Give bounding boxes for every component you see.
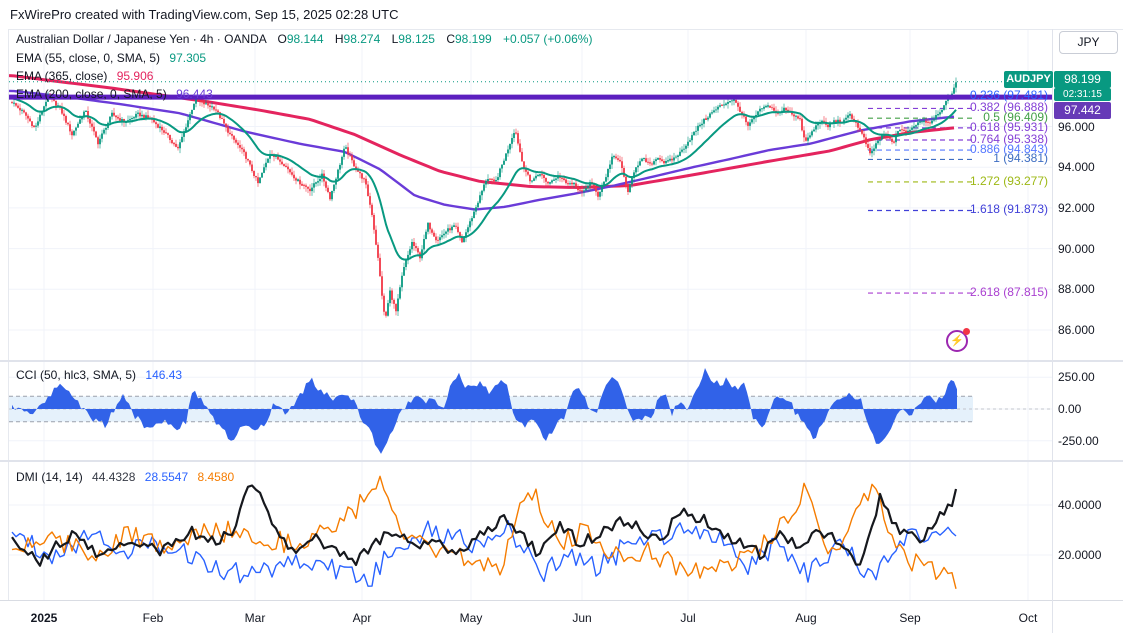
time-axis-label: Jul (680, 611, 696, 625)
time-axis-label: Apr (352, 611, 372, 625)
symbol-title: Australian Dollar / Japanese Yen · 4h · … (16, 32, 267, 46)
dmi-adx-value: 44.4328 (92, 470, 136, 484)
cci-value: 146.43 (145, 368, 183, 382)
fib-level-label: 1.272 (93.277) (969, 173, 1048, 188)
ohlc-high: H98.274 (334, 32, 381, 46)
time-axis-label: Mar (244, 611, 266, 625)
currency-toggle-jpy[interactable]: JPY (1059, 31, 1118, 54)
price-axis-label: 90.000 (1058, 241, 1095, 256)
dmi-label: DMI (14, 14) (16, 470, 83, 484)
symbol-legend-row[interactable]: Australian Dollar / Japanese Yen · 4h · … (16, 32, 592, 46)
ema55-label: EMA (55, close, 0, SMA, 5) (16, 51, 161, 65)
ohlc-open: O98.144 (277, 32, 324, 46)
time-axis-label: Oct (1018, 611, 1038, 625)
ohlc-close: C98.199 (446, 32, 492, 46)
dmi-axis-label: 40.0000 (1058, 498, 1102, 512)
cci-axis-label: 0.00 (1058, 402, 1082, 416)
bar-countdown-tag: 02:31:15 (1054, 88, 1111, 101)
ema55-legend-row[interactable]: EMA (55, close, 0, SMA, 5) 97.305 (16, 51, 206, 65)
dmi-legend-row[interactable]: DMI (14, 14) 44.4328 28.5547 8.4580 (16, 470, 234, 484)
dmi-axis-label: 20.0000 (1058, 548, 1102, 562)
cci-legend-row[interactable]: CCI (50, hlc3, SMA, 5) 146.43 (16, 368, 182, 382)
tradingview-chart-window: FxWirePro created with TradingView.com, … (0, 0, 1123, 633)
fib-level-label: 1.618 (91.873) (969, 202, 1048, 217)
fib-level-label: 2.618 (87.815) (969, 285, 1048, 300)
symbol-price-tag: AUDJPY (1004, 71, 1053, 88)
ema200-value: 96.443 (176, 87, 213, 101)
cci-axis-label: 250.00 (1058, 370, 1095, 385)
time-axis-label: Aug (795, 611, 817, 625)
time-axis-label: May (459, 611, 483, 625)
dmi-plusdi-value: 28.5547 (144, 470, 189, 484)
price-axis-label: 92.000 (1058, 200, 1095, 215)
cci-label: CCI (50, hlc3, SMA, 5) (16, 368, 137, 382)
time-axis-label: Sep (899, 611, 921, 625)
time-axis-label: Jun (572, 611, 592, 625)
last-price-tag: 98.199 (1054, 71, 1111, 88)
ema365-value: 95.906 (116, 69, 154, 83)
fib-level-label: 1 (94.381) (993, 151, 1048, 166)
price-axis-label: 86.000 (1058, 323, 1095, 337)
price-axis-label: 88.000 (1058, 282, 1095, 297)
dmi-minusdi-value: 8.4580 (197, 470, 235, 484)
cci-axis-label: -250.00 (1058, 433, 1099, 448)
price-axis-label: 94.000 (1058, 160, 1095, 175)
ema365-label: EMA (365, close) (16, 69, 108, 83)
time-axis-label: 2025 (30, 611, 58, 625)
price-change: +0.057 (+0.06%) (503, 32, 593, 46)
hline-price-tag: 97.442 (1054, 102, 1111, 119)
time-axis-label: Feb (142, 611, 164, 625)
ema55-value: 97.305 (169, 51, 207, 65)
ema200-label: EMA (200, close, 0, SMA, 5) (16, 87, 167, 101)
ema365-legend-row[interactable]: EMA (365, close) 95.906 (16, 69, 153, 83)
notification-dot (963, 328, 970, 335)
price-axis-label: 96.000 (1058, 119, 1095, 134)
ohlc-low: L98.125 (391, 32, 435, 46)
ema200-legend-row[interactable]: EMA (200, close, 0, SMA, 5) 96.443 (16, 87, 213, 101)
